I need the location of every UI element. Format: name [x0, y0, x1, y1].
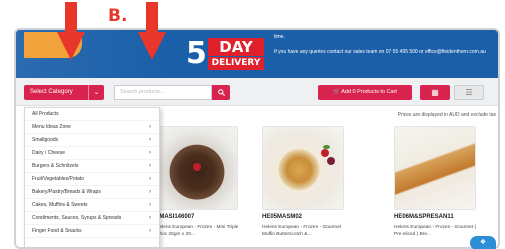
grid-icon: ▦: [431, 88, 439, 97]
grid-view-button[interactable]: ▦: [420, 85, 450, 100]
menu-item-label: Smallgoods: [32, 137, 59, 143]
banner-contact-text: time. If you have any queries contact ou…: [274, 34, 494, 56]
chevron-down-icon[interactable]: ⌄: [88, 85, 104, 100]
product-toolbar: Select Category ⌄ Search products... 🛒 A…: [16, 78, 498, 106]
delivery-word: DELIVERY: [208, 57, 264, 70]
menu-item-label: Condiments, Sauces, Syrups & Spreads: [32, 215, 122, 221]
chevron-right-icon: ›: [149, 176, 151, 182]
product-image[interactable]: [156, 126, 238, 210]
red-arrow-left-icon: [57, 2, 85, 60]
website-frame: 5 DAY DELIVERY time. If you have any que…: [14, 28, 500, 249]
delivery-badge: 5 DAY DELIVERY: [186, 36, 264, 72]
annotation-label: B.: [108, 6, 128, 26]
menu-item-all-products[interactable]: All Products: [25, 108, 159, 121]
menu-item-label: Menu Ideas Zone: [32, 124, 71, 130]
menu-item-condiments[interactable]: Condiments, Sauces, Syrups & Spreads ›: [25, 212, 159, 225]
menu-item-bakery[interactable]: Bakery/Pastry/Breads & Wraps ›: [25, 186, 159, 199]
red-arrow-right-icon: [138, 2, 166, 60]
chevron-right-icon: ›: [149, 202, 151, 208]
add-to-cart-button[interactable]: 🛒 Add 0 Products to Cart: [318, 85, 412, 100]
menu-item-menu-ideas[interactable]: Menu Ideas Zone ›: [25, 121, 159, 134]
product-description: Helens European - Frozen - Gourmet ( Pre…: [394, 225, 477, 237]
product-card[interactable]: HE05MASM02 Helens European - Frozen - Go…: [262, 126, 344, 247]
product-image-detail: [321, 149, 329, 157]
product-image-detail: [323, 145, 330, 149]
product-description: Helens European - Frozen - Mini Triple C…: [156, 225, 239, 237]
menu-item-finger-food[interactable]: Finger Food & Snacks ›: [25, 225, 159, 238]
chevron-right-icon: ›: [149, 228, 151, 234]
chevron-right-icon: ›: [149, 163, 151, 169]
search-icon: [217, 89, 225, 97]
menu-item-label: All Products: [32, 111, 59, 117]
select-category-dropdown[interactable]: Select Category ⌄: [24, 85, 104, 100]
banner-line-2: If you have any queries contact our sale…: [274, 49, 486, 55]
screenshot-root: B. 5 DAY DELIVERY time. If you have any …: [0, 0, 505, 249]
prices-note: Prices are displayed in AUD and exclude …: [397, 112, 496, 118]
category-menu: All Products Menu Ideas Zone › Smallgood…: [24, 107, 160, 247]
chat-icon: ❖: [479, 239, 487, 246]
product-code[interactable]: 5MASI146007: [156, 214, 246, 220]
menu-item-label: Burgers & Schnitzels: [32, 163, 79, 169]
product-code[interactable]: HE05MASM02: [262, 214, 352, 220]
delivery-days-number: 5: [186, 36, 207, 71]
search-button[interactable]: [212, 85, 230, 100]
banner-line-1: time.: [274, 34, 285, 40]
product-image[interactable]: [262, 126, 344, 210]
search-input[interactable]: Search products...: [114, 85, 212, 100]
product-card[interactable]: HE06M&SPRESAN11 Helens European - Frozen…: [394, 126, 476, 247]
add-to-cart-label: Add 0 Products to Cart: [341, 89, 397, 95]
select-category-label: Select Category: [30, 89, 73, 95]
menu-item-burgers[interactable]: Burgers & Schnitzels ›: [25, 160, 159, 173]
promo-banner: 5 DAY DELIVERY time. If you have any que…: [16, 30, 498, 78]
chevron-right-icon: ›: [149, 137, 151, 143]
delivery-day-word: DAY: [208, 38, 264, 56]
chevron-right-icon: ›: [149, 189, 151, 195]
menu-item-label: Cakes, Muffins & Sweets: [32, 202, 88, 208]
menu-item-cakes[interactable]: Cakes, Muffins & Sweets ›: [25, 199, 159, 212]
chevron-right-icon: ›: [149, 150, 151, 156]
menu-item-label: Finger Food & Snacks: [32, 228, 82, 234]
chevron-right-icon: ›: [149, 124, 151, 130]
menu-item-label: Dairy / Cheese: [32, 150, 66, 156]
list-view-button[interactable]: ☰: [454, 85, 484, 100]
product-description: Helens European - Frozen - Gourmet Muffi…: [262, 225, 342, 237]
menu-item-label: Fruit/Vegetables/Potato: [32, 176, 84, 182]
menu-item-dairy[interactable]: Dairy / Cheese ›: [25, 147, 159, 160]
menu-item-fruit-veg[interactable]: Fruit/Vegetables/Potato ›: [25, 173, 159, 186]
menu-item-label: Bakery/Pastry/Breads & Wraps: [32, 189, 101, 195]
menu-item-smallgoods[interactable]: Smallgoods ›: [25, 134, 159, 147]
chevron-right-icon: ›: [149, 215, 151, 221]
product-image-detail: [193, 163, 201, 171]
chat-widget-button[interactable]: ❖: [470, 236, 496, 249]
cart-icon: 🛒: [333, 89, 340, 95]
list-icon: ☰: [465, 88, 473, 97]
product-image-detail: [327, 157, 335, 165]
product-image[interactable]: [394, 126, 476, 210]
product-card[interactable]: 5MASI146007 Helens European - Frozen - M…: [156, 126, 238, 247]
product-code[interactable]: HE06M&SPRESAN11: [394, 214, 484, 220]
